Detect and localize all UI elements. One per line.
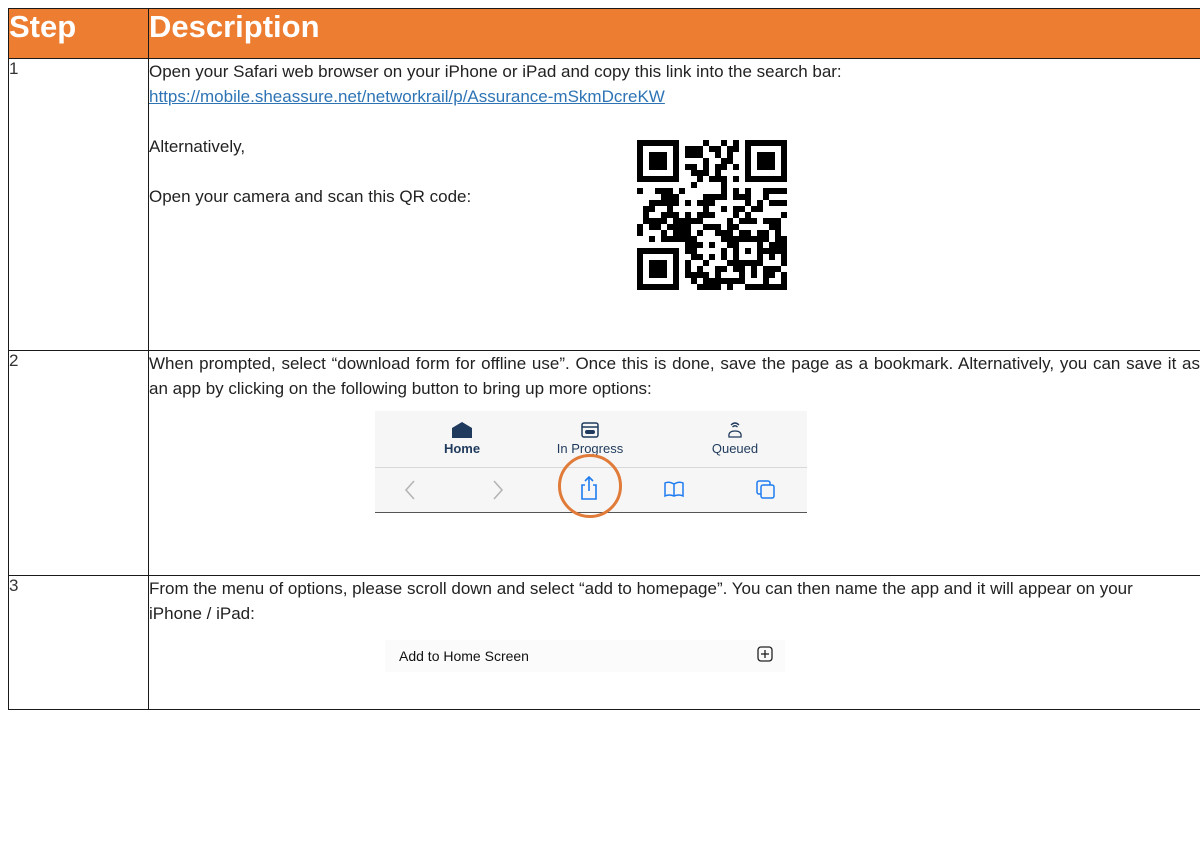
scan-instruction: Open your camera and scan this QR code: — [149, 187, 472, 206]
forward-chevron-icon[interactable] — [491, 478, 505, 502]
tab-home[interactable]: Home — [402, 411, 522, 457]
step-number: 1 — [8, 58, 149, 351]
back-chevron-icon[interactable] — [403, 478, 417, 502]
step-description: From the menu of options, please scroll … — [148, 575, 1200, 710]
table-header-row: Step Description — [8, 8, 1200, 59]
tab-label: Queued — [711, 441, 759, 456]
header-step: Step — [8, 8, 149, 59]
tabs-icon[interactable] — [755, 479, 777, 501]
table-row: 2 When prompted, select “download form f… — [8, 350, 1200, 576]
in-progress-icon — [581, 422, 599, 438]
step-number: 3 — [8, 575, 149, 710]
table-row: 3 From the menu of options, please scrol… — [8, 575, 1200, 710]
step-description: When prompted, select “download form for… — [148, 350, 1200, 576]
step-description: Open your Safari web browser on your iPh… — [148, 58, 1200, 351]
browser-toolbar-screenshot: Home In Progress Queued — [375, 411, 807, 525]
share-highlight-ring — [558, 454, 622, 518]
assurance-link[interactable]: https://mobile.sheassure.net/networkrail… — [149, 87, 665, 106]
add-to-home-screen-item[interactable]: Add to Home Screen — [385, 640, 785, 672]
tab-in-progress[interactable]: In Progress — [530, 411, 650, 457]
qr-code-icon — [637, 140, 787, 290]
table-row: 1 Open your Safari web browser on your i… — [8, 58, 1200, 351]
alternatively-text: Alternatively, — [149, 137, 246, 156]
instruction-text: Open your Safari web browser on your iPh… — [149, 62, 842, 81]
step-number: 2 — [8, 350, 149, 576]
instruction-text: When prompted, select “download form for… — [149, 354, 1200, 398]
home-icon — [452, 422, 472, 438]
queued-icon — [728, 422, 742, 438]
plus-square-icon — [757, 646, 773, 662]
qr-section: Alternatively, Open your camera and scan… — [149, 134, 1200, 302]
header-description: Description — [148, 8, 1200, 59]
tab-queued[interactable]: Queued — [675, 411, 795, 457]
bookmarks-icon[interactable] — [663, 480, 685, 498]
instruction-text: From the menu of options, please scroll … — [149, 579, 1133, 623]
add-home-label: Add to Home Screen — [399, 648, 529, 664]
steps-table: Step Description 1 Open your Safari web … — [8, 8, 1200, 710]
tab-label: Home — [443, 441, 481, 456]
